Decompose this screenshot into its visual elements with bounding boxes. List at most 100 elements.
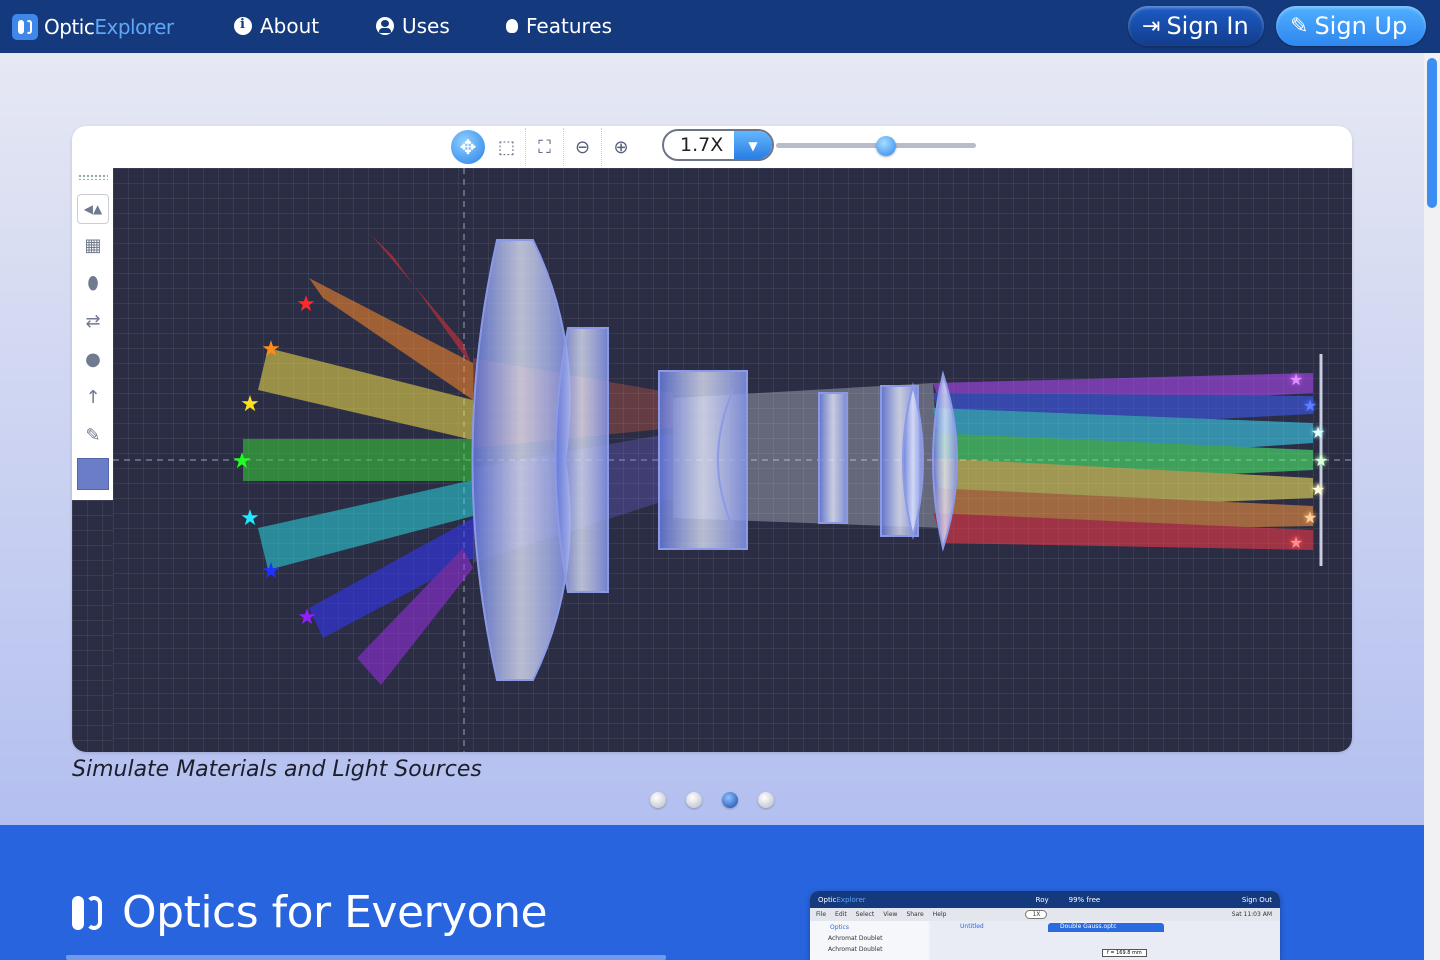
image-star-orange-icon: ★ bbox=[1303, 508, 1317, 527]
flip-tool-button[interactable]: ⇄ bbox=[77, 304, 109, 338]
section-title: Optics for Everyone bbox=[122, 887, 548, 938]
image-star-green-icon: ★ bbox=[1314, 451, 1328, 470]
preview-sidebar-item: Achromat Doublet bbox=[828, 946, 883, 953]
zoom-out-icon: ⊖ bbox=[574, 136, 591, 158]
fit-view-button[interactable]: ⛶ bbox=[526, 128, 564, 166]
slide-dot-active[interactable] bbox=[722, 792, 738, 808]
ray-tool-button[interactable]: ↑ bbox=[77, 380, 109, 414]
slide-dot[interactable] bbox=[758, 792, 774, 808]
app-preview-screenshot: Optic Explorer Roy 99% free Sign Out File… bbox=[810, 891, 1280, 960]
preview-menu-item: View bbox=[883, 911, 898, 918]
canvas-strip bbox=[72, 500, 113, 752]
sign-up-label: Sign Up bbox=[1314, 12, 1408, 40]
preview-menu-item: Edit bbox=[835, 911, 847, 918]
preview-menu-item: Select bbox=[855, 911, 875, 918]
sign-in-icon: ⇥ bbox=[1142, 13, 1161, 39]
move-arrows-icon: ✥ bbox=[459, 135, 477, 159]
sign-in-button[interactable]: ⇥ Sign In bbox=[1128, 6, 1264, 46]
nav-link-label: Features bbox=[526, 14, 612, 38]
zoom-in-icon: ⊕ bbox=[613, 136, 629, 158]
logo-text-part1: Optic bbox=[44, 15, 95, 39]
preview-menu-item: Help bbox=[932, 911, 947, 918]
scrollbar-thumb[interactable] bbox=[1427, 58, 1437, 208]
arrow-up-icon: ↑ bbox=[85, 386, 101, 408]
zoom-slider-knob[interactable] bbox=[876, 136, 896, 156]
sign-in-label: Sign In bbox=[1166, 12, 1249, 40]
zoom-out-button[interactable]: ⊖ bbox=[564, 128, 602, 166]
top-nav: OpticExplorer About Uses Features ⇥ Sign… bbox=[0, 0, 1440, 53]
slide-caption: Simulate Materials and Light Sources bbox=[72, 757, 482, 782]
zoom-select[interactable]: 1.7X ▼ bbox=[662, 129, 774, 161]
star-orange-icon[interactable]: ★ bbox=[261, 337, 281, 362]
preview-free: 99% free bbox=[1068, 895, 1101, 904]
nav-link-features[interactable]: Features bbox=[506, 13, 612, 39]
preview-canvas: Untitled Double Gauss.optc f = 169.8 mm bbox=[930, 921, 1280, 960]
preview-titlebar: Optic Explorer Roy 99% free Sign Out bbox=[810, 891, 1280, 908]
lens-group bbox=[471, 239, 958, 681]
section-heading: Optics for Everyone bbox=[70, 887, 548, 938]
nav-link-label: About bbox=[260, 14, 320, 38]
preview-tab: Double Gauss.optc bbox=[1048, 923, 1164, 932]
grid-icon: ▦ bbox=[84, 234, 102, 256]
image-star-red-icon: ★ bbox=[1289, 533, 1303, 552]
preview-app-part1: Optic bbox=[818, 895, 837, 904]
grid-tool-button[interactable]: ▦ bbox=[77, 228, 109, 262]
star-violet-icon[interactable]: ★ bbox=[297, 605, 317, 630]
pan-tool-button[interactable]: ✥ bbox=[451, 130, 485, 164]
preview-untitled: Untitled bbox=[960, 923, 984, 930]
zoom-value: 1.7X bbox=[680, 134, 724, 156]
star-yellow-icon[interactable]: ★ bbox=[240, 392, 260, 417]
lens-icon: ⬮ bbox=[87, 272, 99, 294]
preview-user: Roy bbox=[1035, 895, 1049, 904]
canvas-toolbar: ✥ ⬚ ⛶ ⊖ ⊕ bbox=[448, 126, 640, 168]
logo-icon bbox=[70, 895, 104, 930]
preview-menubar: File Edit Select View Share Help 1X Sat … bbox=[810, 908, 1280, 921]
fullscreen-icon: ⛶ bbox=[538, 136, 551, 158]
logo-icon bbox=[12, 14, 38, 40]
sign-up-button[interactable]: ✎ Sign Up bbox=[1276, 6, 1426, 46]
beam-green-in bbox=[243, 439, 473, 481]
tool-sidebar: ◀▲ ▦ ⬮ ⇄ ● ↑ ✎ bbox=[74, 168, 112, 500]
star-green-icon[interactable]: ★ bbox=[232, 449, 252, 474]
select-tool-button[interactable]: ⬚ bbox=[488, 128, 526, 166]
eyedropper-button[interactable]: ✎ bbox=[77, 418, 109, 452]
collapse-sidebar-button[interactable]: ◀▲ bbox=[77, 194, 109, 224]
preview-date: Sat 11:03 AM bbox=[1231, 911, 1272, 918]
logo[interactable]: Optic Explorer bbox=[12, 12, 174, 42]
star-red-icon[interactable]: ★ bbox=[296, 292, 316, 317]
lightbulb-icon: ● bbox=[85, 348, 101, 370]
pencil-icon: ✎ bbox=[1290, 13, 1309, 39]
preview-app-part2: Explorer bbox=[836, 895, 866, 904]
preview-sidebar-header: Optics bbox=[830, 924, 849, 931]
preview-sidebar-item: Achromat Doublet bbox=[828, 935, 883, 942]
light-source-button[interactable]: ● bbox=[77, 342, 109, 376]
preview-menu-item: Share bbox=[906, 911, 924, 918]
optics-scene: ★ ★ ★ ★ ★ ★ ★ ★ ★ ★ ★ ★ ★ ★ ★ ★ ★ ★ ★ ★ bbox=[113, 168, 1352, 752]
preview-signout: Sign Out bbox=[1241, 895, 1272, 904]
zoom-in-button[interactable]: ⊕ bbox=[602, 128, 640, 166]
nav-link-uses[interactable]: Uses bbox=[376, 13, 450, 39]
swap-arrows-icon: ⇄ bbox=[85, 310, 101, 332]
star-cyan-icon[interactable]: ★ bbox=[240, 506, 260, 531]
image-star-blue-icon: ★ bbox=[1303, 396, 1317, 415]
preview-focal: f = 169.8 mm bbox=[1102, 949, 1147, 957]
stop-lens bbox=[818, 392, 848, 524]
star-blue-icon[interactable]: ★ bbox=[261, 559, 281, 584]
image-star-yellow-icon: ★ bbox=[1311, 480, 1325, 499]
slide-dot[interactable] bbox=[650, 792, 666, 808]
nav-link-about[interactable]: About bbox=[234, 13, 319, 39]
optics-canvas[interactable]: ★ ★ ★ ★ ★ ★ ★ ★ ★ ★ ★ ★ ★ ★ ★ ★ ★ ★ ★ ★ bbox=[113, 168, 1352, 752]
eyedropper-icon: ✎ bbox=[85, 424, 101, 446]
preview-menu-item: File bbox=[816, 911, 827, 918]
lens-tool-button[interactable]: ⬮ bbox=[77, 266, 109, 300]
chevron-down-icon[interactable]: ▼ bbox=[734, 131, 772, 159]
cemented-doublet bbox=[658, 370, 748, 550]
light-beams bbox=[243, 235, 1313, 685]
logo-text-part2: Explorer bbox=[94, 15, 174, 39]
drag-handle[interactable] bbox=[78, 174, 108, 180]
color-swatch[interactable] bbox=[77, 458, 109, 490]
collapse-arrows-icon: ◀▲ bbox=[83, 202, 103, 216]
slide-dot[interactable] bbox=[686, 792, 702, 808]
lightbulb-icon bbox=[506, 19, 518, 33]
preview-zoom: 1X bbox=[1025, 910, 1048, 919]
